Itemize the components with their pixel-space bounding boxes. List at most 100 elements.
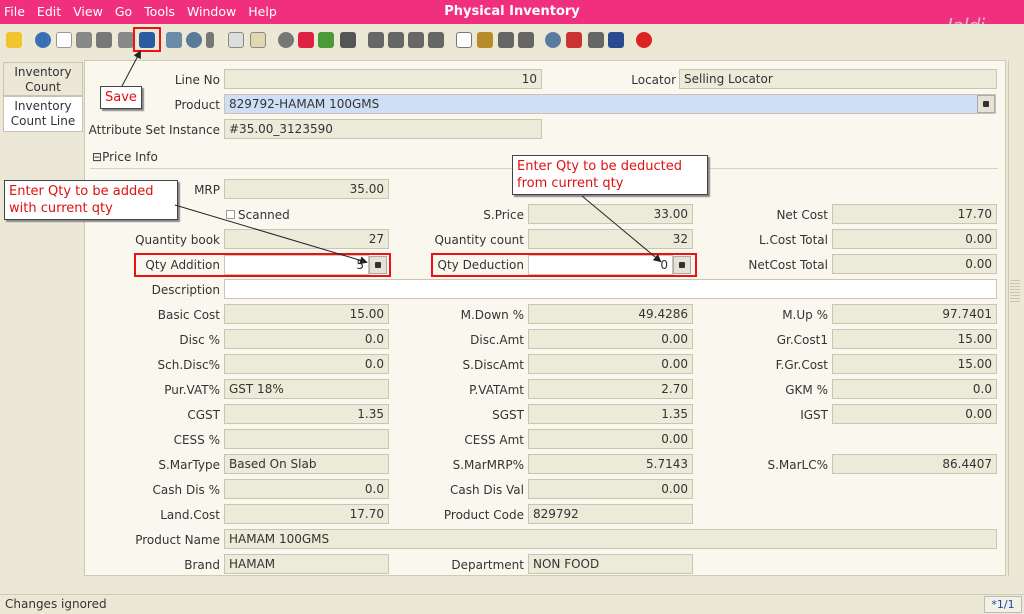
sch-disc-label: Sch.Disc% (157, 358, 220, 372)
brand-field[interactable]: HAMAM (224, 554, 389, 574)
sch-disc-field[interactable]: 0.0 (224, 354, 389, 374)
qty-deduction-field[interactable]: 0 (528, 255, 673, 275)
l-cost-total-label: L.Cost Total (758, 233, 828, 247)
scanned-checkbox[interactable] (226, 210, 235, 219)
qty-addition-label: Qty Addition (145, 258, 220, 272)
m-down-field[interactable]: 49.4286 (528, 304, 693, 324)
pur-vat-label: Pur.VAT% (164, 383, 220, 397)
print-preview-icon[interactable] (498, 32, 514, 48)
gkm-field[interactable]: 0.0 (832, 379, 997, 399)
land-cost-field[interactable]: 17.70 (224, 504, 389, 524)
close-window-icon[interactable] (636, 32, 652, 48)
grid-toggle-icon[interactable] (250, 32, 266, 48)
igst-field[interactable]: 0.00 (832, 404, 997, 424)
delete-selection-icon[interactable] (118, 32, 134, 48)
net-cost-field[interactable]: 17.70 (832, 204, 997, 224)
disc-pct-field[interactable]: 0.0 (224, 329, 389, 349)
qty-addition-calculator-button[interactable] (369, 256, 387, 274)
record-indicator[interactable]: *1/1 (984, 596, 1022, 613)
tab-label: Inventory Count Line (10, 99, 76, 128)
workflow-icon[interactable] (566, 32, 582, 48)
product-info-icon[interactable] (608, 32, 624, 48)
print-icon[interactable] (518, 32, 534, 48)
quantity-count-label: Quantity count (434, 233, 524, 247)
cess-pct-field[interactable] (224, 429, 389, 449)
save-highlight-box (133, 27, 161, 52)
detail-icon[interactable] (340, 32, 356, 48)
quantity-count-field[interactable]: 32 (528, 229, 693, 249)
l-cost-total-field[interactable]: 0.00 (832, 229, 997, 249)
window-title: Physical Inventory (444, 4, 580, 19)
product-name-field[interactable]: HAMAM 100GMS (224, 529, 997, 549)
qty-addition-field[interactable]: 5 (224, 255, 369, 275)
s-mar-mrp-field[interactable]: 5.7143 (528, 454, 693, 474)
f-gr-cost-field[interactable]: 15.00 (832, 354, 997, 374)
s-mar-lc-field[interactable]: 86.4407 (832, 454, 997, 474)
sgst-field[interactable]: 1.35 (528, 404, 693, 424)
tab-label: Inventory Count (14, 65, 72, 94)
pur-vat-field[interactable]: GST 18% (224, 379, 389, 399)
s-disc-amt-field[interactable]: 0.00 (528, 354, 693, 374)
history-icon[interactable] (278, 32, 294, 48)
s-price-field[interactable]: 33.00 (528, 204, 693, 224)
price-info-section-header[interactable]: ⊟Price Info (92, 150, 158, 164)
copy-record-icon[interactable] (76, 32, 92, 48)
s-mar-lc-label: S.MarLC% (767, 458, 828, 472)
scroll-grip[interactable] (1010, 280, 1020, 302)
product-field[interactable]: 829792-HAMAM 100GMS (224, 94, 996, 114)
previous-record-icon[interactable] (388, 32, 404, 48)
basic-cost-field[interactable]: 15.00 (224, 304, 389, 324)
scanned-checkbox-row[interactable]: Scanned (226, 208, 290, 222)
qty-deduction-label: Qty Deduction (437, 258, 525, 272)
zoom-across-icon[interactable] (545, 32, 561, 48)
attachment-icon[interactable] (206, 32, 214, 48)
vertical-scrollbar[interactable] (1008, 60, 1022, 576)
request-icon[interactable] (588, 32, 604, 48)
help-icon[interactable] (35, 32, 51, 48)
line-no-field[interactable]: 10 (224, 69, 542, 89)
attribute-set-instance-field[interactable]: #35.00_3123590 (224, 119, 542, 139)
chat-icon[interactable] (228, 32, 244, 48)
p-vat-amt-label: P.VATAmt (469, 383, 524, 397)
cash-dis-val-label: Cash Dis Val (449, 483, 524, 497)
department-field[interactable]: NON FOOD (528, 554, 693, 574)
p-vat-amt-field[interactable]: 2.70 (528, 379, 693, 399)
qty-deduction-calculator-button[interactable] (673, 256, 691, 274)
netcost-total-field[interactable]: 0.00 (832, 254, 997, 274)
gr-cost1-label: Gr.Cost1 (776, 333, 828, 347)
first-record-icon[interactable] (368, 32, 384, 48)
undo-icon[interactable] (6, 32, 22, 48)
delete-icon[interactable] (96, 32, 112, 48)
cess-amt-field[interactable]: 0.00 (528, 429, 693, 449)
cash-dis-val-field[interactable]: 0.00 (528, 479, 693, 499)
tab-inventory-count-line[interactable]: Inventory Count Line (3, 96, 83, 132)
qty-deducted-callout: Enter Qty to be deducted from current qt… (512, 155, 708, 195)
description-field[interactable] (224, 279, 997, 299)
locator-field[interactable]: Selling Locator (679, 69, 997, 89)
cgst-field[interactable]: 1.35 (224, 404, 389, 424)
disc-amt-field[interactable]: 0.00 (528, 329, 693, 349)
s-mar-type-field[interactable]: Based On Slab (224, 454, 389, 474)
cash-dis-pct-field[interactable]: 0.0 (224, 479, 389, 499)
gr-cost1-field[interactable]: 15.00 (832, 329, 997, 349)
last-record-icon[interactable] (428, 32, 444, 48)
quantity-book-field[interactable]: 27 (224, 229, 389, 249)
igst-label: IGST (800, 408, 828, 422)
m-up-field[interactable]: 97.7401 (832, 304, 997, 324)
product-lookup-button[interactable] (977, 95, 995, 113)
tab-inventory-count[interactable]: Inventory Count (3, 62, 83, 96)
product-code-field[interactable]: 829792 (528, 504, 693, 524)
parent-icon[interactable] (318, 32, 334, 48)
home-icon[interactable] (298, 32, 314, 48)
s-price-label: S.Price (483, 208, 524, 222)
refresh-icon[interactable] (166, 32, 182, 48)
find-icon[interactable] (186, 32, 202, 48)
basic-cost-label: Basic Cost (157, 308, 220, 322)
archive-icon[interactable] (477, 32, 493, 48)
new-record-icon[interactable] (56, 32, 72, 48)
report-icon[interactable] (456, 32, 472, 48)
next-record-icon[interactable] (408, 32, 424, 48)
mrp-field[interactable]: 35.00 (224, 179, 389, 199)
cess-amt-label: CESS Amt (464, 433, 524, 447)
collapse-icon: ⊟ (92, 150, 103, 164)
